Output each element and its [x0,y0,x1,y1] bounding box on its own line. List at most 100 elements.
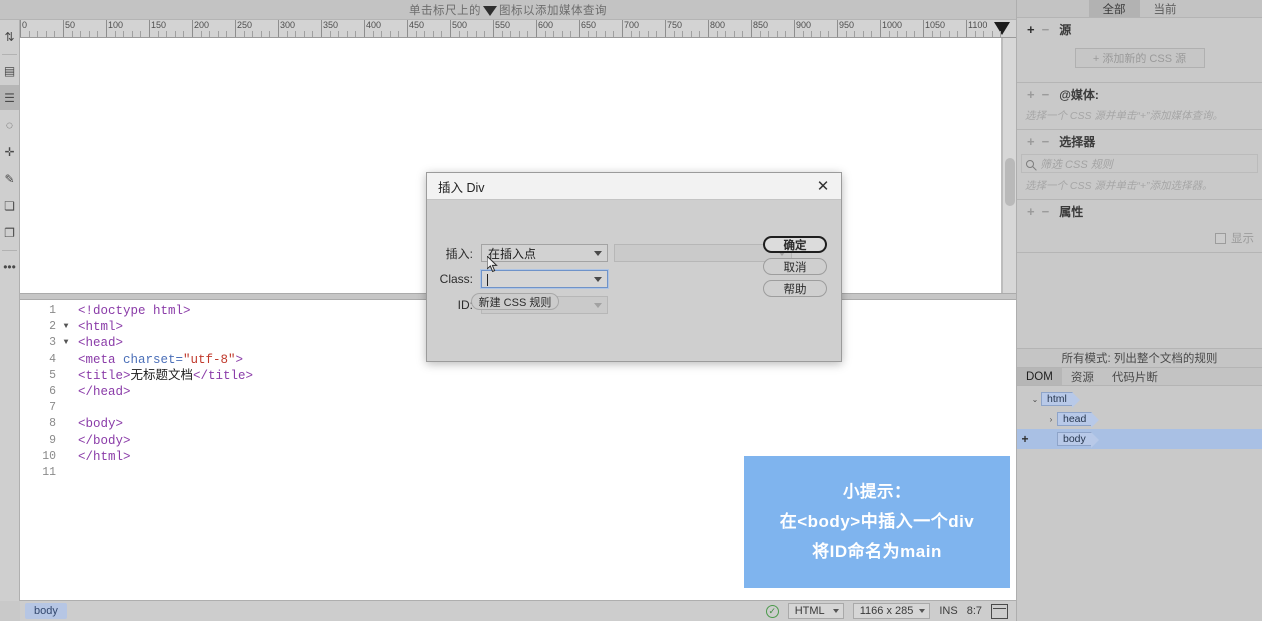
ruler-minor-tick [269,31,270,38]
hint-callout: 小提示： 在<body>中插入一个div 将ID命名为main [744,456,1010,588]
tree-expand-icon[interactable]: ⌄ [1029,395,1041,404]
line-number: 11 [20,465,60,481]
text-caret [487,274,488,286]
code-fold-toggle[interactable]: ▼ [60,335,72,351]
code-fold-toggle [60,303,72,319]
dom-tag-body[interactable]: body [1057,432,1092,446]
ruler-label: 350 [321,20,338,30]
code-line[interactable]: 8<body> [20,416,1016,432]
dom-tree-row[interactable]: ›head [1017,409,1262,429]
ruler-minor-tick [123,31,124,38]
add-selector-icon[interactable]: + [1027,134,1035,149]
ruler-label: 600 [536,20,553,30]
media-query-hint-prefix: 单击标尺上的 [409,2,481,18]
show-set-label: 显示 [1231,230,1254,246]
ok-button[interactable]: 确定 [763,236,827,253]
code-fold-toggle[interactable]: ▼ [60,319,72,335]
ruler-label: 750 [665,20,682,30]
insert-position-select[interactable]: 在插入点 [481,244,608,262]
ruler-minor-tick [115,31,116,38]
class-input[interactable] [481,270,608,288]
add-element-icon[interactable]: + [1017,432,1033,446]
ruler-minor-tick [639,31,640,38]
properties-empty-area [1017,253,1262,348]
code-text: <head> [72,335,123,351]
show-set-checkbox[interactable] [1215,233,1226,244]
dom-tree-row[interactable]: + body [1017,429,1262,449]
hint-line-1: 小提示： [843,477,911,507]
css-designer-icon[interactable]: ☰ [0,85,19,110]
snippets-icon[interactable]: ✛ [0,139,19,164]
dialog-button-column: 确定 取消 帮助 [763,236,827,297]
ruler-minor-tick [158,31,159,38]
add-new-css-source-button[interactable]: + 添加新的 CSS 源 [1075,48,1205,68]
ruler-minor-tick [777,31,778,38]
sources-body: + 添加新的 CSS 源 [1017,40,1262,82]
sort-icon[interactable]: ⇅ [0,24,19,49]
remove-source-icon[interactable]: − [1042,22,1050,37]
new-css-rule-button[interactable]: 新建 CSS 规则 [471,293,559,310]
remove-media-icon[interactable]: − [1042,87,1050,102]
ruler-label: 700 [622,20,639,30]
tab-assets[interactable]: 资源 [1062,368,1103,385]
window-size-select[interactable]: 1166 x 285 [853,603,931,619]
code-fold-toggle [60,465,72,481]
horizontal-ruler[interactable]: 0501001502002503003504004505005506006507… [20,20,1016,38]
ruler-minor-tick [373,31,374,38]
ruler-minor-tick [553,31,554,38]
remove-property-icon[interactable]: − [1042,204,1050,219]
tag-selector-body[interactable]: body [25,603,67,619]
code-line[interactable]: 9</body> [20,433,1016,449]
chevron-down-icon [594,251,602,256]
dom-tag-html[interactable]: html [1041,392,1073,406]
hint-line-3: 将ID命名为main [812,537,942,567]
ruler-minor-tick [717,31,718,38]
remove-selector-icon[interactable]: − [1042,134,1050,149]
tab-all[interactable]: 全部 [1089,0,1140,17]
canvas-vertical-scrollbar[interactable] [1002,38,1016,293]
close-icon[interactable]: ✕ [813,176,833,196]
selector-filter-placeholder: 筛选 CSS 规则 [1040,156,1113,172]
media-header: + − @媒体: [1017,83,1262,105]
add-source-icon[interactable]: + [1027,22,1035,37]
tab-dom[interactable]: DOM [1017,368,1062,385]
code-fold-toggle [60,449,72,465]
code-line[interactable]: 6</head> [20,384,1016,400]
ruler-minor-tick [72,31,73,38]
ruler-label: 0 [20,20,27,30]
help-button[interactable]: 帮助 [763,280,827,297]
files-icon[interactable]: ❏ [0,193,19,218]
code-line[interactable]: 7 [20,400,1016,416]
id-label: ID: [427,298,473,312]
ruler-minor-tick [80,31,81,38]
selector-filter-input[interactable]: 筛选 CSS 规则 [1021,154,1258,173]
behaviors-icon[interactable]: ✎ [0,166,19,191]
chevron-down-icon-3 [594,277,602,282]
ruler-minor-tick [983,31,984,38]
show-set-row[interactable]: 显示 [1017,222,1262,252]
ruler-minor-tick [476,31,477,38]
assets-icon[interactable]: ❐ [0,220,19,245]
dialog-titlebar: 插入 Div ✕ [427,173,841,200]
dom-tag-head[interactable]: head [1057,412,1092,426]
validation-check-icon[interactable]: ✓ [766,605,779,618]
ruler-label: 500 [450,20,467,30]
doctype-select[interactable]: HTML [788,603,844,619]
code-line[interactable]: 5<title>无标题文档</title> [20,368,1016,384]
tree-expand-icon[interactable]: › [1045,415,1057,424]
add-media-icon[interactable]: + [1027,87,1035,102]
add-property-icon[interactable]: + [1027,204,1035,219]
media-query-marker-icon[interactable] [994,22,1010,35]
properties-icon[interactable]: ▤ [0,58,19,83]
more-icon[interactable]: ••• [0,254,19,279]
window-size-icon[interactable] [991,604,1008,619]
dom-tree-row[interactable]: ⌄html [1017,389,1262,409]
dom-tree[interactable]: ⌄html›head+body [1017,386,1262,449]
code-fold-toggle [60,368,72,384]
insert-icon[interactable]: ◌ [0,112,19,137]
doctype-value: HTML [795,605,825,617]
cancel-button[interactable]: 取消 [763,258,827,275]
tab-current[interactable]: 当前 [1140,0,1191,17]
tab-snippets[interactable]: 代码片断 [1103,368,1167,385]
scrollbar-thumb[interactable] [1005,158,1015,206]
